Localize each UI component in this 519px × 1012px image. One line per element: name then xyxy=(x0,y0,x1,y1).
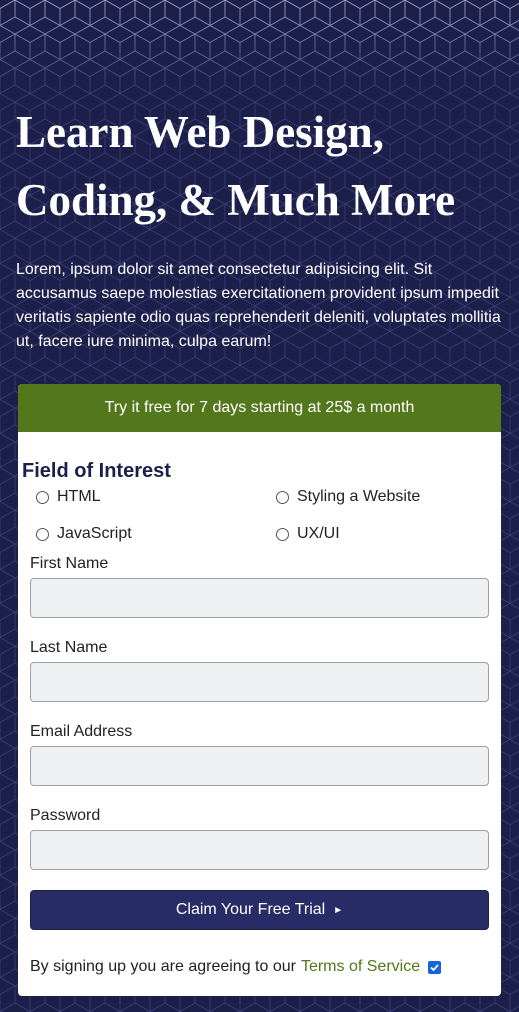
interest-option-javascript[interactable]: JavaScript xyxy=(36,522,276,546)
terms-of-service-link[interactable]: Terms of Service xyxy=(301,958,420,976)
first-name-input[interactable] xyxy=(30,578,489,618)
radio-button[interactable] xyxy=(36,490,49,504)
hero-section: Learn Web Design, Coding, & Much More Lo… xyxy=(0,0,519,354)
interest-option-styling[interactable]: Styling a Website xyxy=(276,485,486,509)
hero-description: Lorem, ipsum dolor sit amet consectetur … xyxy=(16,261,501,350)
last-name-input[interactable] xyxy=(30,662,489,702)
first-name-label: First Name xyxy=(30,555,109,572)
claim-free-trial-button[interactable]: Claim Your Free Trial ► xyxy=(30,890,489,930)
form-fields: First Name Last Name Email Address Passw… xyxy=(18,554,501,870)
email-input[interactable] xyxy=(30,746,489,786)
radio-button[interactable] xyxy=(276,527,289,541)
terms-checkbox[interactable] xyxy=(428,960,442,974)
password-input[interactable] xyxy=(30,830,489,870)
radio-button[interactable] xyxy=(36,527,49,541)
page-title-line-2: Coding, & Much More xyxy=(16,174,456,225)
signup-form-card: Try it free for 7 days starting at 25$ a… xyxy=(18,384,501,996)
interest-options: HTML Styling a Website JavaScript UX/UI xyxy=(36,485,501,546)
password-group: Password xyxy=(30,806,489,870)
interest-option-uxui[interactable]: UX/UI xyxy=(276,522,486,546)
radio-button[interactable] xyxy=(276,490,289,504)
radio-label: HTML xyxy=(57,488,101,505)
radio-label: JavaScript xyxy=(57,525,132,542)
trial-banner: Try it free for 7 days starting at 25$ a… xyxy=(18,384,501,432)
checkmark-icon xyxy=(430,963,439,971)
page-title-line-1: Learn Web Design, xyxy=(16,107,384,157)
last-name-label: Last Name xyxy=(30,639,108,656)
terms-text: By signing up you are agreeing to our xyxy=(30,958,296,975)
page-title: Learn Web Design, Coding, & Much More xyxy=(16,0,503,234)
last-name-group: Last Name xyxy=(30,638,489,702)
radio-label: UX/UI xyxy=(297,525,340,542)
first-name-group: First Name xyxy=(30,554,489,618)
email-label: Email Address xyxy=(30,723,133,740)
submit-label: Claim Your Free Trial xyxy=(175,901,326,918)
terms-row: By signing up you are agreeing to our Te… xyxy=(30,958,501,976)
radio-label: Styling a Website xyxy=(297,488,421,505)
triangle-right-icon: ► xyxy=(333,904,344,916)
field-of-interest-legend: Field of Interest xyxy=(22,460,171,482)
interest-option-html[interactable]: HTML xyxy=(36,485,276,509)
email-group: Email Address xyxy=(30,722,489,786)
password-label: Password xyxy=(30,807,101,824)
